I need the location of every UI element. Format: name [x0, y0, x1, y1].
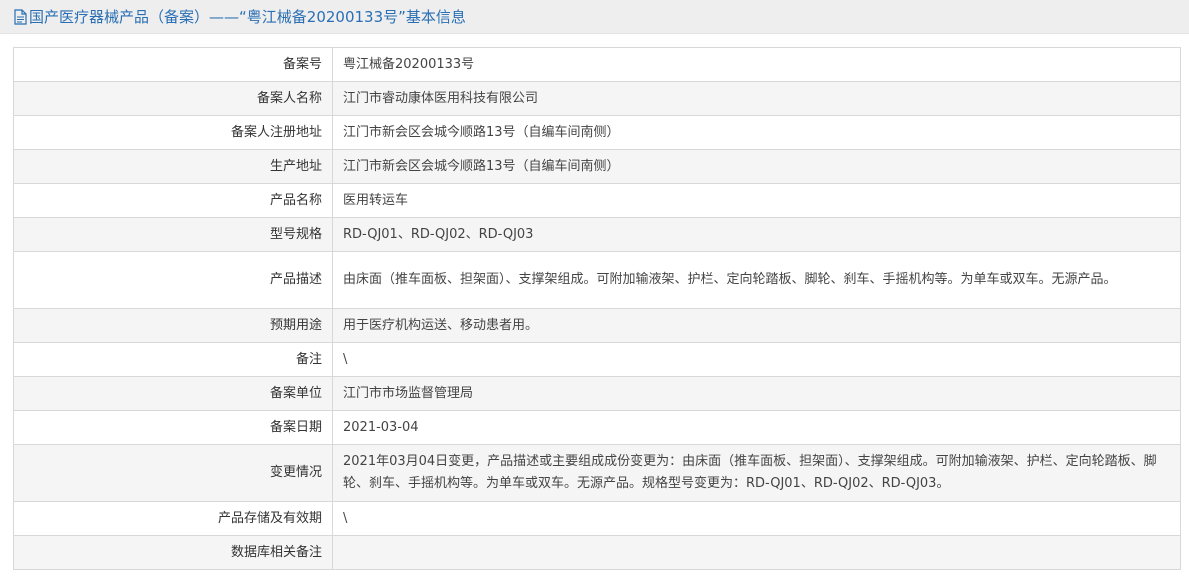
table-row: 产品描述 由床面（推车面板、担架面）、支撑架组成。可附加输液架、护栏、定向轮踏板…: [13, 251, 1181, 309]
table-row: 备注 \: [13, 342, 1181, 377]
table-row: 产品存储及有效期 \: [13, 501, 1181, 536]
page-header: 国产医疗器械产品（备案）——“粤江械备20200133号”基本信息: [0, 0, 1189, 34]
page-title: 国产医疗器械产品（备案）——“粤江械备20200133号”基本信息: [29, 8, 466, 26]
row-label: 数据库相关备注: [13, 535, 333, 570]
row-value: 江门市市场监督管理局: [332, 376, 1181, 411]
row-label: 生产地址: [13, 149, 333, 184]
table-row: 变更情况 2021年03月04日变更，产品描述或主要组成成份变更为：由床面（推车…: [13, 444, 1181, 502]
row-value: 江门市睿动康体医用科技有限公司: [332, 81, 1181, 116]
row-label: 产品存储及有效期: [13, 501, 333, 536]
info-table: 备案号 粤江械备20200133号 备案人名称 江门市睿动康体医用科技有限公司 …: [13, 47, 1181, 570]
row-value: 用于医疗机构运送、移动患者用。: [332, 308, 1181, 343]
row-label: 变更情况: [13, 444, 333, 502]
row-value: 粤江械备20200133号: [332, 47, 1181, 82]
row-value: RD-QJ01、RD-QJ02、RD-QJ03: [332, 217, 1181, 252]
table-row: 数据库相关备注: [13, 535, 1181, 570]
row-label: 备案号: [13, 47, 333, 82]
table-row: 备案人名称 江门市睿动康体医用科技有限公司: [13, 81, 1181, 116]
row-value: 由床面（推车面板、担架面）、支撑架组成。可附加输液架、护栏、定向轮踏板、脚轮、刹…: [332, 251, 1181, 309]
table-row: 备案号 粤江械备20200133号: [13, 47, 1181, 82]
table-row: 预期用途 用于医疗机构运送、移动患者用。: [13, 308, 1181, 343]
document-icon: [14, 8, 27, 25]
row-value: 2021-03-04: [332, 410, 1181, 445]
row-value: 医用转运车: [332, 183, 1181, 218]
row-value: [332, 535, 1181, 570]
row-value: 江门市新会区会城今顺路13号（自编车间南侧）: [332, 149, 1181, 184]
row-value: \: [332, 342, 1181, 377]
row-label: 型号规格: [13, 217, 333, 252]
row-label: 备案人注册地址: [13, 115, 333, 150]
row-value: 2021年03月04日变更，产品描述或主要组成成份变更为：由床面（推车面板、担架…: [332, 444, 1181, 502]
row-label: 备注: [13, 342, 333, 377]
table-row: 备案人注册地址 江门市新会区会城今顺路13号（自编车间南侧）: [13, 115, 1181, 150]
row-label: 产品描述: [13, 251, 333, 309]
row-label: 预期用途: [13, 308, 333, 343]
table-row: 备案单位 江门市市场监督管理局: [13, 376, 1181, 411]
row-label: 产品名称: [13, 183, 333, 218]
table-row: 型号规格 RD-QJ01、RD-QJ02、RD-QJ03: [13, 217, 1181, 252]
table-row: 生产地址 江门市新会区会城今顺路13号（自编车间南侧）: [13, 149, 1181, 184]
row-label: 备案单位: [13, 376, 333, 411]
row-value: 江门市新会区会城今顺路13号（自编车间南侧）: [332, 115, 1181, 150]
row-value: \: [332, 501, 1181, 536]
row-label: 备案人名称: [13, 81, 333, 116]
row-label: 备案日期: [13, 410, 333, 445]
table-row: 备案日期 2021-03-04: [13, 410, 1181, 445]
table-row: 产品名称 医用转运车: [13, 183, 1181, 218]
